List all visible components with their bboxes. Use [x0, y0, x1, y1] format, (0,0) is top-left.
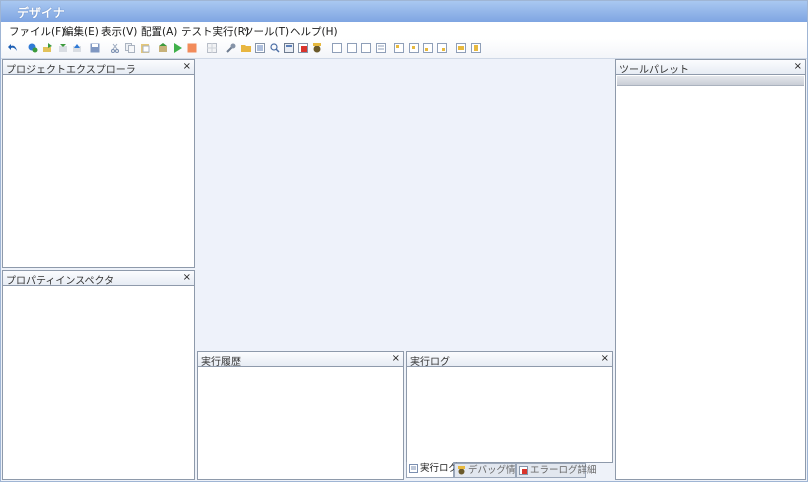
export-icon[interactable] [72, 43, 82, 53]
refresh-icon[interactable] [43, 43, 53, 53]
project-explorer-header: プロジェクトエクスプローラ × [3, 60, 194, 76]
cut-icon[interactable] [110, 43, 120, 53]
close-icon[interactable]: × [392, 352, 400, 365]
property-inspector-header: プロパティインスペクタ × [3, 271, 194, 287]
close-icon[interactable]: × [183, 271, 191, 284]
tool-palette-header: ツールパレット × [616, 60, 805, 76]
stop-icon[interactable] [187, 43, 197, 53]
close-icon[interactable]: × [794, 60, 802, 73]
design-canvas[interactable] [196, 59, 614, 351]
size-width-icon[interactable] [456, 43, 466, 53]
toolbar [1, 39, 807, 59]
run-icon[interactable] [173, 43, 183, 53]
back-arrow-icon[interactable] [8, 43, 18, 53]
property-inspector-panel: プロパティインスペクタ × [2, 270, 195, 480]
debug-icon [457, 466, 466, 475]
tab-label: 実行ログ [420, 463, 459, 474]
panel-title: プロパティインスペクタ [6, 276, 115, 287]
size-height-icon[interactable] [471, 43, 481, 53]
title-bar: デザイナ [1, 1, 807, 22]
properties-icon[interactable] [284, 43, 294, 53]
grid-icon[interactable] [207, 43, 217, 53]
panel-title: ツールパレット [619, 65, 689, 76]
menu-file[interactable]: ファイル(F) [9, 24, 65, 39]
palette-category-bar[interactable] [617, 76, 804, 86]
execution-history-header: 実行履歴 × [198, 352, 403, 368]
menu-test-run[interactable]: テスト実行(R) [181, 24, 249, 39]
error-icon [519, 466, 528, 475]
log-icon[interactable] [298, 43, 308, 53]
connect-icon[interactable] [28, 43, 38, 53]
close-icon[interactable]: × [601, 352, 609, 365]
execution-history-panel: 実行履歴 × [197, 351, 404, 480]
paste-icon[interactable] [140, 43, 150, 53]
execution-log-header: 実行ログ × [407, 352, 612, 368]
align-left-icon[interactable] [332, 43, 342, 53]
designer-window: デザイナ ファイル(F) 編集(E) 表示(V) 配置(A) テスト実行(R) … [0, 0, 808, 482]
align-middle-icon[interactable] [409, 43, 419, 53]
window-title: デザイナ [17, 6, 65, 20]
menu-arrange[interactable]: 配置(A) [141, 24, 177, 39]
align-right-icon[interactable] [361, 43, 371, 53]
folder-icon[interactable] [241, 43, 251, 53]
tab-error-log-detail[interactable]: エラーログ詳細 [516, 463, 597, 478]
panel-title: 実行ログ [410, 357, 450, 368]
execution-log-panel: 実行ログ × [406, 351, 613, 463]
project-explorer-panel: プロジェクトエクスプローラ × [2, 59, 195, 268]
tab-label: エラーログ詳細 [530, 465, 597, 476]
close-icon[interactable]: × [183, 60, 191, 73]
search-icon[interactable] [270, 43, 280, 53]
save-icon[interactable] [90, 43, 100, 53]
menu-edit[interactable]: 編集(E) [63, 24, 99, 39]
import-icon[interactable] [58, 43, 68, 53]
log-icon [409, 464, 418, 473]
tool-palette-panel: ツールパレット × [615, 59, 806, 480]
panel-title: プロジェクトエクスプローラ [6, 65, 136, 76]
align-justify-icon[interactable] [376, 43, 386, 53]
copy-icon[interactable] [125, 43, 135, 53]
menu-bar: ファイル(F) 編集(E) 表示(V) 配置(A) テスト実行(R) ツール(T… [1, 22, 807, 40]
menu-view[interactable]: 表示(V) [101, 24, 137, 39]
panel-title: 実行履歴 [201, 357, 241, 368]
list-icon[interactable] [255, 43, 265, 53]
menu-help[interactable]: ヘルプ(H) [290, 24, 338, 39]
menu-tools[interactable]: ツール(T) [243, 24, 289, 39]
align-center-icon[interactable] [347, 43, 357, 53]
debug-icon[interactable] [312, 43, 322, 53]
log-tabs: 実行ログ デバッグ情報 エラーログ詳細 [406, 462, 612, 479]
distribute-icon[interactable] [437, 43, 447, 53]
wrench-icon[interactable] [226, 43, 236, 53]
tab-execution-log[interactable]: 実行ログ [406, 462, 458, 478]
align-top-icon[interactable] [394, 43, 404, 53]
tab-debug-info[interactable]: デバッグ情報 [454, 463, 525, 478]
align-bottom-icon[interactable] [423, 43, 433, 53]
build-icon[interactable] [158, 43, 168, 53]
